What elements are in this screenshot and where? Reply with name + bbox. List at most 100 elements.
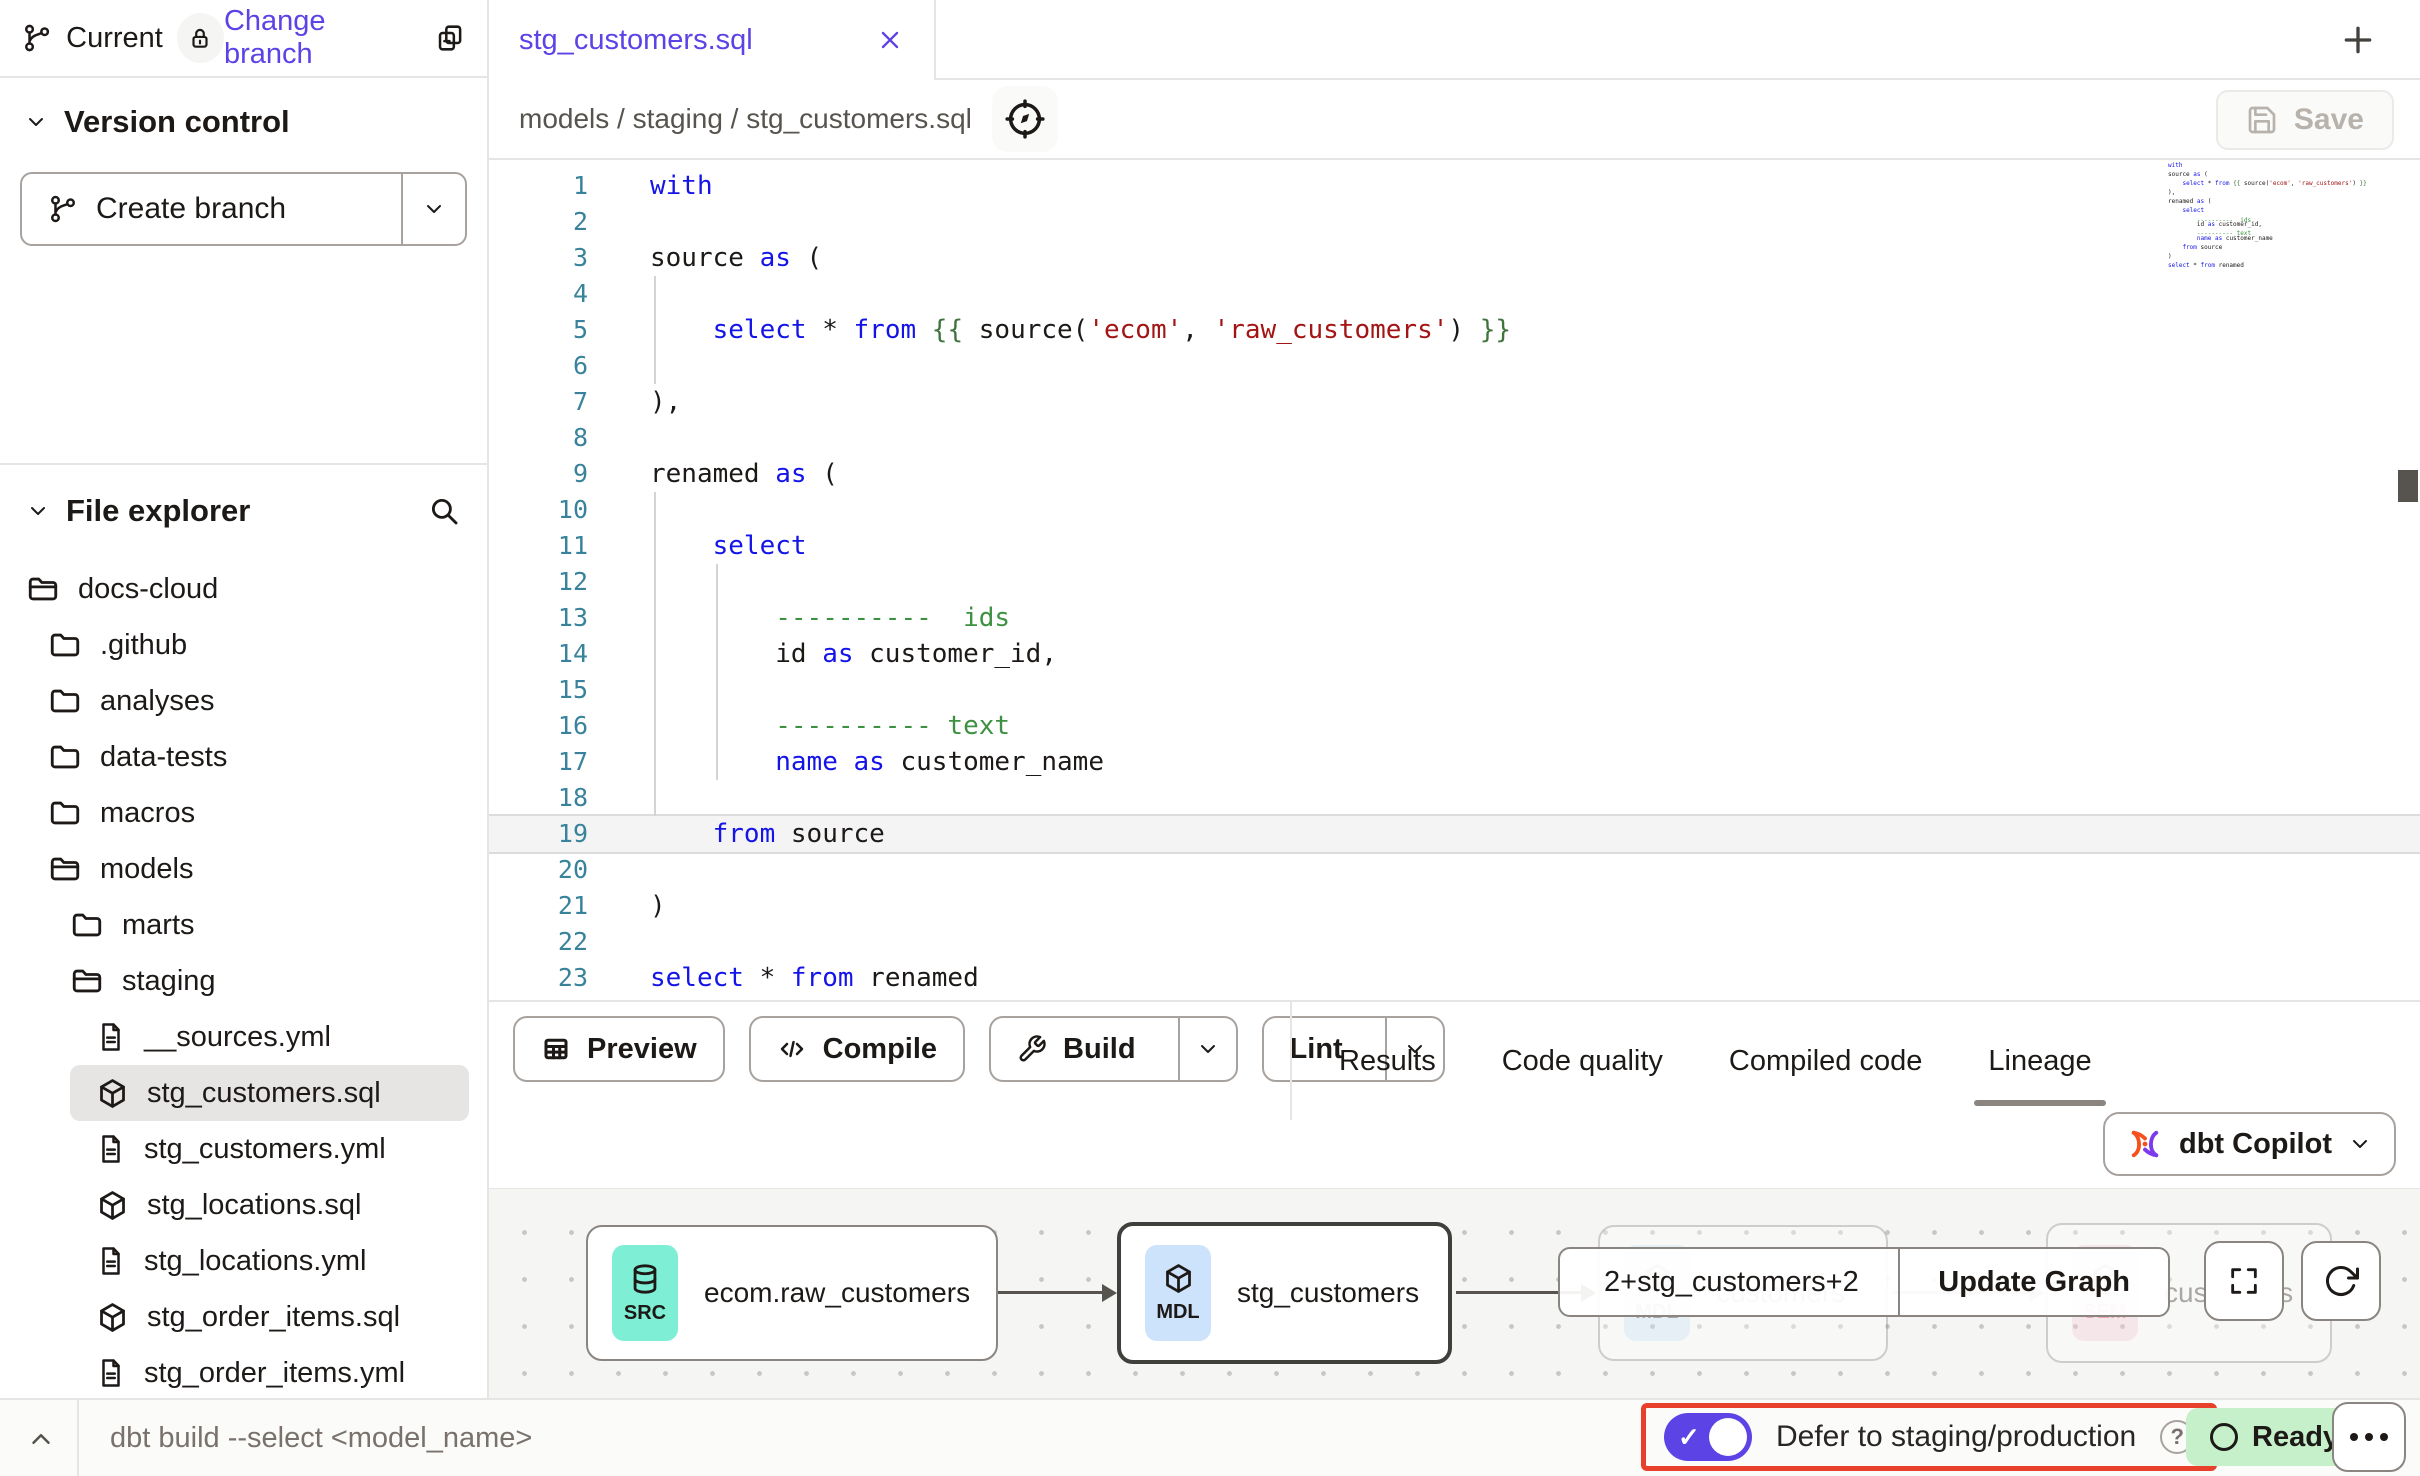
code-text: id as customer_id, bbox=[592, 636, 1057, 672]
code-line-9[interactable]: 9renamed as ( bbox=[489, 456, 2420, 492]
code-line-14[interactable]: 14 id as customer_id, bbox=[489, 636, 2420, 672]
defer-label: Defer to staging/production bbox=[1776, 1420, 2136, 1454]
save-label: Save bbox=[2294, 103, 2364, 137]
compile-button[interactable]: Compile bbox=[749, 1016, 965, 1082]
folder-open-icon bbox=[48, 852, 82, 886]
tab-stg-customers-sql[interactable]: stg_customers.sql bbox=[489, 0, 936, 80]
tree-item-macros[interactable]: macros bbox=[0, 785, 487, 841]
code-line-13[interactable]: 13 ---------- ids bbox=[489, 600, 2420, 636]
code-line-21[interactable]: 21) bbox=[489, 888, 2420, 924]
tree-item-stg_locations.sql[interactable]: stg_locations.sql bbox=[0, 1177, 487, 1233]
code-line-5[interactable]: 5 select * from {{ source('ecom', 'raw_c… bbox=[489, 312, 2420, 348]
search-icon[interactable] bbox=[427, 494, 461, 528]
preview-button[interactable]: Preview bbox=[513, 1016, 725, 1082]
close-icon[interactable] bbox=[876, 26, 904, 54]
code-line-15[interactable]: 15 bbox=[489, 672, 2420, 708]
graph-selector-input[interactable]: 2+stg_customers+2 bbox=[1560, 1249, 1898, 1315]
code-line-23[interactable]: 23select * from renamed bbox=[489, 960, 2420, 996]
refresh-button[interactable] bbox=[2301, 1241, 2381, 1321]
folder-icon bbox=[48, 740, 82, 774]
tree-item-stg_order_items.yml[interactable]: stg_order_items.yml bbox=[0, 1345, 487, 1398]
code-line-10[interactable]: 10 bbox=[489, 492, 2420, 528]
code-text bbox=[592, 348, 650, 384]
code-line-17[interactable]: 17 name as customer_name bbox=[489, 744, 2420, 780]
code-line-8[interactable]: 8 bbox=[489, 420, 2420, 456]
lineage-canvas[interactable]: SRCecom.raw_customersMDLstg_customersMDL… bbox=[489, 1188, 2420, 1398]
code-line-3[interactable]: 3source as ( bbox=[489, 240, 2420, 276]
action-buttons: Preview Compile Build Lint bbox=[513, 1016, 1445, 1082]
tree-item-stg_customers.sql[interactable]: stg_customers.sql bbox=[70, 1065, 469, 1121]
chevron-down-icon bbox=[2348, 1132, 2372, 1156]
lineage-node-stg_customers[interactable]: MDLstg_customers bbox=[1117, 1222, 1452, 1364]
file-explorer-panel: File explorer docs-cloud.githubanalysesd… bbox=[0, 463, 487, 1398]
code-line-11[interactable]: 11 select bbox=[489, 528, 2420, 564]
code-line-20[interactable]: 20 bbox=[489, 852, 2420, 888]
build-dropdown[interactable] bbox=[1178, 1018, 1236, 1080]
tab-lineage[interactable]: Lineage bbox=[1988, 1045, 2091, 1078]
code-text bbox=[592, 672, 650, 708]
tree-item-.github[interactable]: .github bbox=[0, 617, 487, 673]
lineage-node-ecom.raw_customers[interactable]: SRCecom.raw_customers bbox=[586, 1225, 998, 1361]
tab-results[interactable]: Results bbox=[1339, 1045, 1436, 1078]
line-number: 7 bbox=[489, 384, 592, 420]
command-input[interactable]: dbt build --select <model_name> bbox=[110, 1422, 532, 1455]
tree-item-docs-cloud[interactable]: docs-cloud bbox=[0, 561, 487, 617]
tree-item-stg_locations.yml[interactable]: stg_locations.yml bbox=[0, 1233, 487, 1289]
current-branch-label: Current bbox=[66, 22, 163, 55]
fullscreen-button[interactable] bbox=[2204, 1241, 2284, 1321]
tree-item-analyses[interactable]: analyses bbox=[0, 673, 487, 729]
change-branch-link[interactable]: Change branch bbox=[224, 5, 411, 71]
indent-guide bbox=[716, 564, 718, 780]
lint-label: Lint bbox=[1290, 1033, 1343, 1066]
check-icon: ✓ bbox=[1678, 1422, 1700, 1453]
tree-item-staging[interactable]: staging bbox=[0, 953, 487, 1009]
code-line-1[interactable]: 1with bbox=[489, 168, 2420, 204]
version-control-header[interactable]: Version control bbox=[0, 78, 487, 150]
build-button[interactable]: Build bbox=[991, 1018, 1162, 1080]
tree-item-__sources.yml[interactable]: __sources.yml bbox=[0, 1009, 487, 1065]
chevron-up-icon[interactable] bbox=[26, 1424, 56, 1454]
code-text: from source bbox=[592, 816, 885, 852]
tree-item-models[interactable]: models bbox=[0, 841, 487, 897]
code-line-22[interactable]: 22 bbox=[489, 924, 2420, 960]
lineage-edge bbox=[998, 1291, 1105, 1294]
tree-item-label: analyses bbox=[100, 685, 214, 718]
tree-item-stg_order_items.sql[interactable]: stg_order_items.sql bbox=[0, 1289, 487, 1345]
code-line-4[interactable]: 4 bbox=[489, 276, 2420, 312]
file-explorer-header[interactable]: File explorer bbox=[0, 465, 487, 549]
main-area: stg_customers.sql models / staging / stg… bbox=[489, 0, 2420, 1398]
line-number: 6 bbox=[489, 348, 592, 384]
code-line-6[interactable]: 6 bbox=[489, 348, 2420, 384]
code-line-7[interactable]: 7), bbox=[489, 384, 2420, 420]
tab-strip: stg_customers.sql bbox=[489, 0, 2420, 80]
copy-icon[interactable] bbox=[435, 22, 465, 54]
create-branch-dropdown[interactable] bbox=[401, 174, 465, 244]
create-branch-button[interactable]: Create branch bbox=[22, 174, 401, 244]
line-number: 4 bbox=[489, 276, 592, 312]
tab-compiled-code[interactable]: Compiled code bbox=[1729, 1045, 1922, 1078]
code-editor[interactable]: 1with23source as (45 select * from {{ so… bbox=[489, 162, 2420, 1000]
more-options-button[interactable] bbox=[2332, 1402, 2406, 1472]
update-graph-button[interactable]: Update Graph bbox=[1898, 1249, 2168, 1315]
tree-item-marts[interactable]: marts bbox=[0, 897, 487, 953]
line-number: 19 bbox=[489, 816, 592, 852]
code-line-16[interactable]: 16 ---------- text bbox=[489, 708, 2420, 744]
defer-toggle[interactable]: ✓ bbox=[1664, 1413, 1752, 1461]
save-button[interactable]: Save bbox=[2216, 90, 2394, 150]
code-line-12[interactable]: 12 bbox=[489, 564, 2420, 600]
code-line-2[interactable]: 2 bbox=[489, 204, 2420, 240]
tree-item-data-tests[interactable]: data-tests bbox=[0, 729, 487, 785]
code-text bbox=[592, 276, 650, 312]
scrollbar-thumb[interactable] bbox=[2398, 470, 2418, 502]
code-line-18[interactable]: 18 bbox=[489, 780, 2420, 816]
tab-code-quality[interactable]: Code quality bbox=[1502, 1045, 1663, 1078]
new-tab-plus-icon[interactable] bbox=[2338, 20, 2378, 60]
file-tree: docs-cloud.github analyses data-testsmacro… bbox=[0, 561, 487, 1398]
tree-item-stg_customers.yml[interactable]: stg_customers.yml bbox=[0, 1121, 487, 1177]
dbt-copilot-button[interactable]: dbt Copilot bbox=[2103, 1112, 2396, 1176]
tree-item-label: stg_customers.yml bbox=[144, 1133, 386, 1166]
explore-compass-button[interactable] bbox=[992, 86, 1058, 152]
code-line-19[interactable]: 19 from source bbox=[489, 816, 2420, 852]
defer-highlight-box: ✓ Defer to staging/production ? bbox=[1641, 1403, 2217, 1471]
code-text bbox=[592, 852, 650, 888]
